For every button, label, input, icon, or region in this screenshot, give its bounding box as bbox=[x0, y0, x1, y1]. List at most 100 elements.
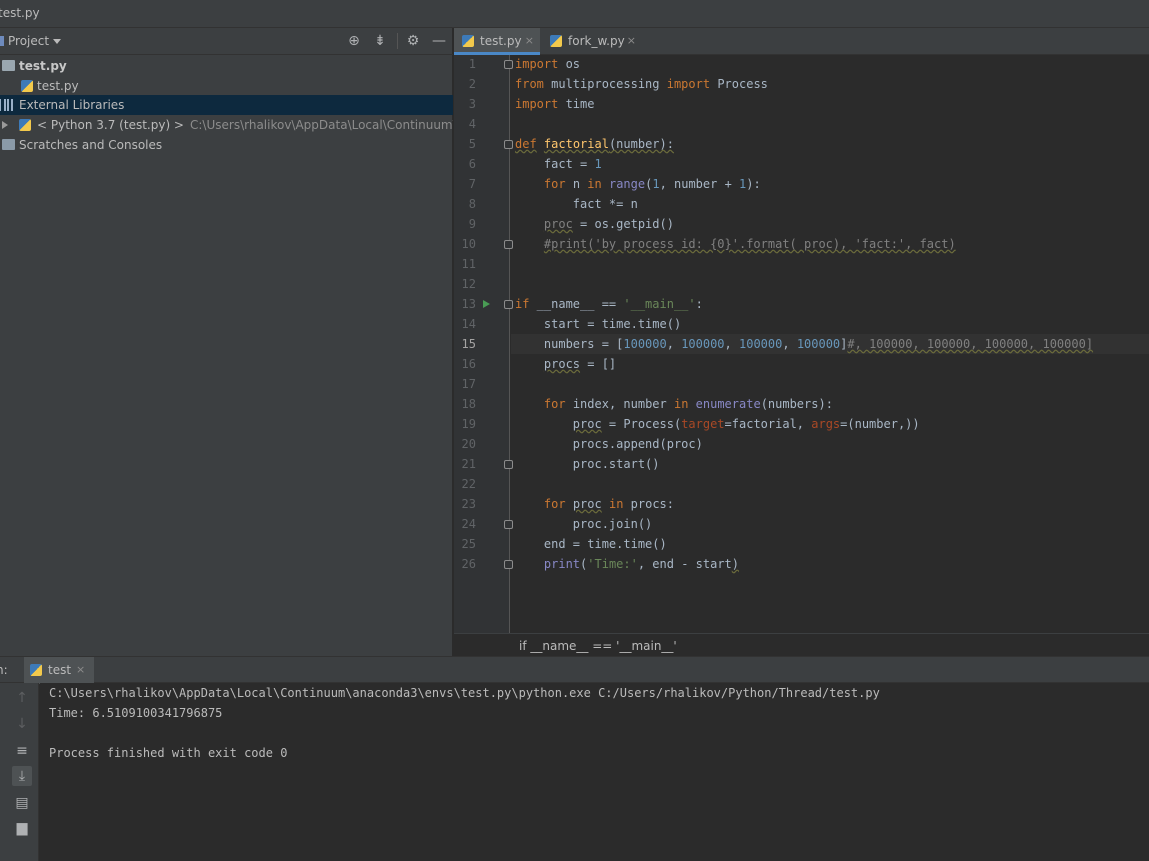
line-number: 14 bbox=[461, 317, 476, 331]
scratches-icon bbox=[2, 139, 15, 150]
window-title: test.py bbox=[0, 6, 40, 20]
chevron-down-icon[interactable] bbox=[53, 39, 61, 44]
expand-arrow-icon[interactable] bbox=[2, 121, 8, 129]
run-label: n: bbox=[0, 663, 8, 677]
line-number: 4 bbox=[468, 117, 476, 131]
line-number: 20 bbox=[461, 437, 476, 451]
tree-item-label: test.py bbox=[37, 79, 79, 93]
tree-item-scratches[interactable]: Scratches and Consoles bbox=[0, 135, 453, 155]
console-line: Time: 6.5109100341796875 bbox=[49, 706, 223, 720]
toolbar-divider bbox=[397, 33, 398, 49]
run-tab-test[interactable]: test × bbox=[24, 657, 94, 684]
code-editor[interactable]: 1 2 3 4 5 6 7 8 9 10 11 12 13 14 15 16 17 18 19 20 21 22 23 24 2… bbox=[454, 55, 1149, 633]
line-number: 18 bbox=[461, 397, 476, 411]
python-file-icon bbox=[550, 35, 562, 47]
title-bar: test.py bbox=[0, 0, 1149, 28]
code-line: procs.append(proc) bbox=[515, 437, 703, 451]
line-number: 3 bbox=[468, 97, 476, 111]
console-line: Process finished with exit code 0 bbox=[49, 746, 288, 760]
run-gutter-icon[interactable] bbox=[483, 300, 490, 308]
breadcrumb: if __name__ == '__main__' bbox=[454, 633, 1149, 656]
code-line: for n in range(1, number + 1): bbox=[543, 177, 761, 191]
code-line: proc.join() bbox=[515, 517, 653, 531]
code-line: start = time.time() bbox=[515, 317, 682, 331]
line-number: 7 bbox=[468, 177, 476, 191]
tree-item-external-libraries[interactable]: External Libraries bbox=[0, 95, 453, 115]
fold-marker-icon[interactable] bbox=[504, 300, 513, 309]
tree-item-label: Scratches and Consoles bbox=[19, 138, 163, 152]
code-line: fact = 1 bbox=[515, 157, 602, 171]
code-line: proc.start() bbox=[515, 457, 660, 471]
library-icon bbox=[0, 99, 13, 111]
tab-test-py[interactable]: test.py × bbox=[454, 28, 540, 55]
tree-item-path: C:\Users\rhalikov\AppData\Local\Continuu… bbox=[190, 118, 453, 132]
code-line: for index, number in enumerate(numbers): bbox=[543, 397, 833, 411]
python-file-icon bbox=[21, 80, 33, 92]
run-toolbar: ↑ ↓ ≡ ⤓ ▤ ▆ bbox=[0, 683, 39, 861]
project-panel: Project ⊕ ⇟ ⚙ — test.py test.py External… bbox=[0, 28, 453, 656]
line-number: 22 bbox=[461, 477, 476, 491]
line-number: 13 bbox=[461, 297, 476, 311]
code-line: def factorial(number): bbox=[515, 137, 674, 151]
locate-icon[interactable]: ⊕ bbox=[345, 32, 363, 50]
close-icon[interactable]: × bbox=[627, 28, 636, 54]
tab-label: fork_w.py bbox=[568, 34, 625, 48]
editor-tabs: test.py × fork_w.py × bbox=[454, 28, 1149, 55]
project-title[interactable]: Project bbox=[8, 34, 49, 48]
line-number: 23 bbox=[461, 497, 476, 511]
print-icon[interactable]: ▤ bbox=[12, 793, 32, 813]
hide-icon[interactable]: — bbox=[430, 32, 448, 50]
code-line: fact *= n bbox=[515, 197, 638, 211]
soft-wrap-icon[interactable]: ≡ bbox=[12, 741, 32, 761]
code-line: procs = [] bbox=[543, 357, 617, 371]
tree-item-label: < Python 3.7 (test.py) > bbox=[37, 118, 184, 132]
tree-item-project-root[interactable]: test.py bbox=[0, 56, 453, 76]
close-icon[interactable]: × bbox=[525, 28, 534, 54]
scroll-to-end-icon[interactable]: ⤓ bbox=[12, 766, 32, 786]
line-number: 10 bbox=[461, 237, 476, 251]
python-file-icon bbox=[462, 35, 474, 47]
line-number: 21 bbox=[461, 457, 476, 471]
run-header: n: test × bbox=[0, 656, 1149, 684]
gear-icon[interactable]: ⚙ bbox=[404, 32, 422, 50]
collapse-icon[interactable]: ⇟ bbox=[371, 32, 389, 50]
code-line: print('Time:', end - start) bbox=[543, 557, 739, 571]
code-line: #print('by process id: {0}'.format( proc… bbox=[543, 237, 956, 251]
breadcrumb-item[interactable]: if __name__ == '__main__' bbox=[519, 639, 677, 653]
line-number: 9 bbox=[468, 217, 476, 231]
fold-marker-icon[interactable] bbox=[504, 520, 513, 529]
fold-marker-icon[interactable] bbox=[504, 60, 513, 69]
line-number: 17 bbox=[461, 377, 476, 391]
code-line: import time bbox=[515, 97, 595, 111]
tab-label: test.py bbox=[480, 34, 522, 48]
trash-icon[interactable]: ▆ bbox=[12, 818, 32, 838]
up-arrow-icon[interactable]: ↑ bbox=[12, 688, 32, 708]
console-line: C:\Users\rhalikov\AppData\Local\Continuu… bbox=[49, 686, 880, 700]
code-line: import os bbox=[515, 57, 581, 71]
folder-icon bbox=[2, 60, 15, 71]
code-line: if __name__ == '__main__': bbox=[515, 297, 703, 311]
fold-marker-icon[interactable] bbox=[504, 460, 513, 469]
line-number: 5 bbox=[468, 137, 476, 151]
tree-item-label: External Libraries bbox=[19, 98, 125, 112]
close-icon[interactable]: × bbox=[76, 663, 85, 676]
line-number: 19 bbox=[461, 417, 476, 431]
tree-item-python-sdk[interactable]: < Python 3.7 (test.py) > C:\Users\rhaliko… bbox=[0, 115, 453, 135]
code-line: proc = os.getpid() bbox=[543, 217, 674, 231]
python-icon bbox=[30, 664, 42, 676]
down-arrow-icon[interactable]: ↓ bbox=[12, 714, 32, 734]
tree-item-test-file[interactable]: test.py bbox=[0, 76, 453, 96]
code-line: numbers = [100000, 100000, 100000, 10000… bbox=[515, 337, 1094, 351]
code-line: end = time.time() bbox=[515, 537, 667, 551]
tab-fork-w-py[interactable]: fork_w.py × bbox=[542, 28, 642, 55]
line-number: 2 bbox=[468, 77, 476, 91]
line-number: 16 bbox=[461, 357, 476, 371]
run-console[interactable]: C:\Users\rhalikov\AppData\Local\Continuu… bbox=[40, 683, 1149, 861]
python-icon bbox=[19, 119, 31, 131]
fold-marker-icon[interactable] bbox=[504, 140, 513, 149]
fold-marker-icon[interactable] bbox=[504, 560, 513, 569]
code-line: from multiprocessing import Process bbox=[515, 77, 768, 91]
line-number: 8 bbox=[468, 197, 476, 211]
project-header: Project ⊕ ⇟ ⚙ — bbox=[0, 28, 453, 55]
fold-marker-icon[interactable] bbox=[504, 240, 513, 249]
